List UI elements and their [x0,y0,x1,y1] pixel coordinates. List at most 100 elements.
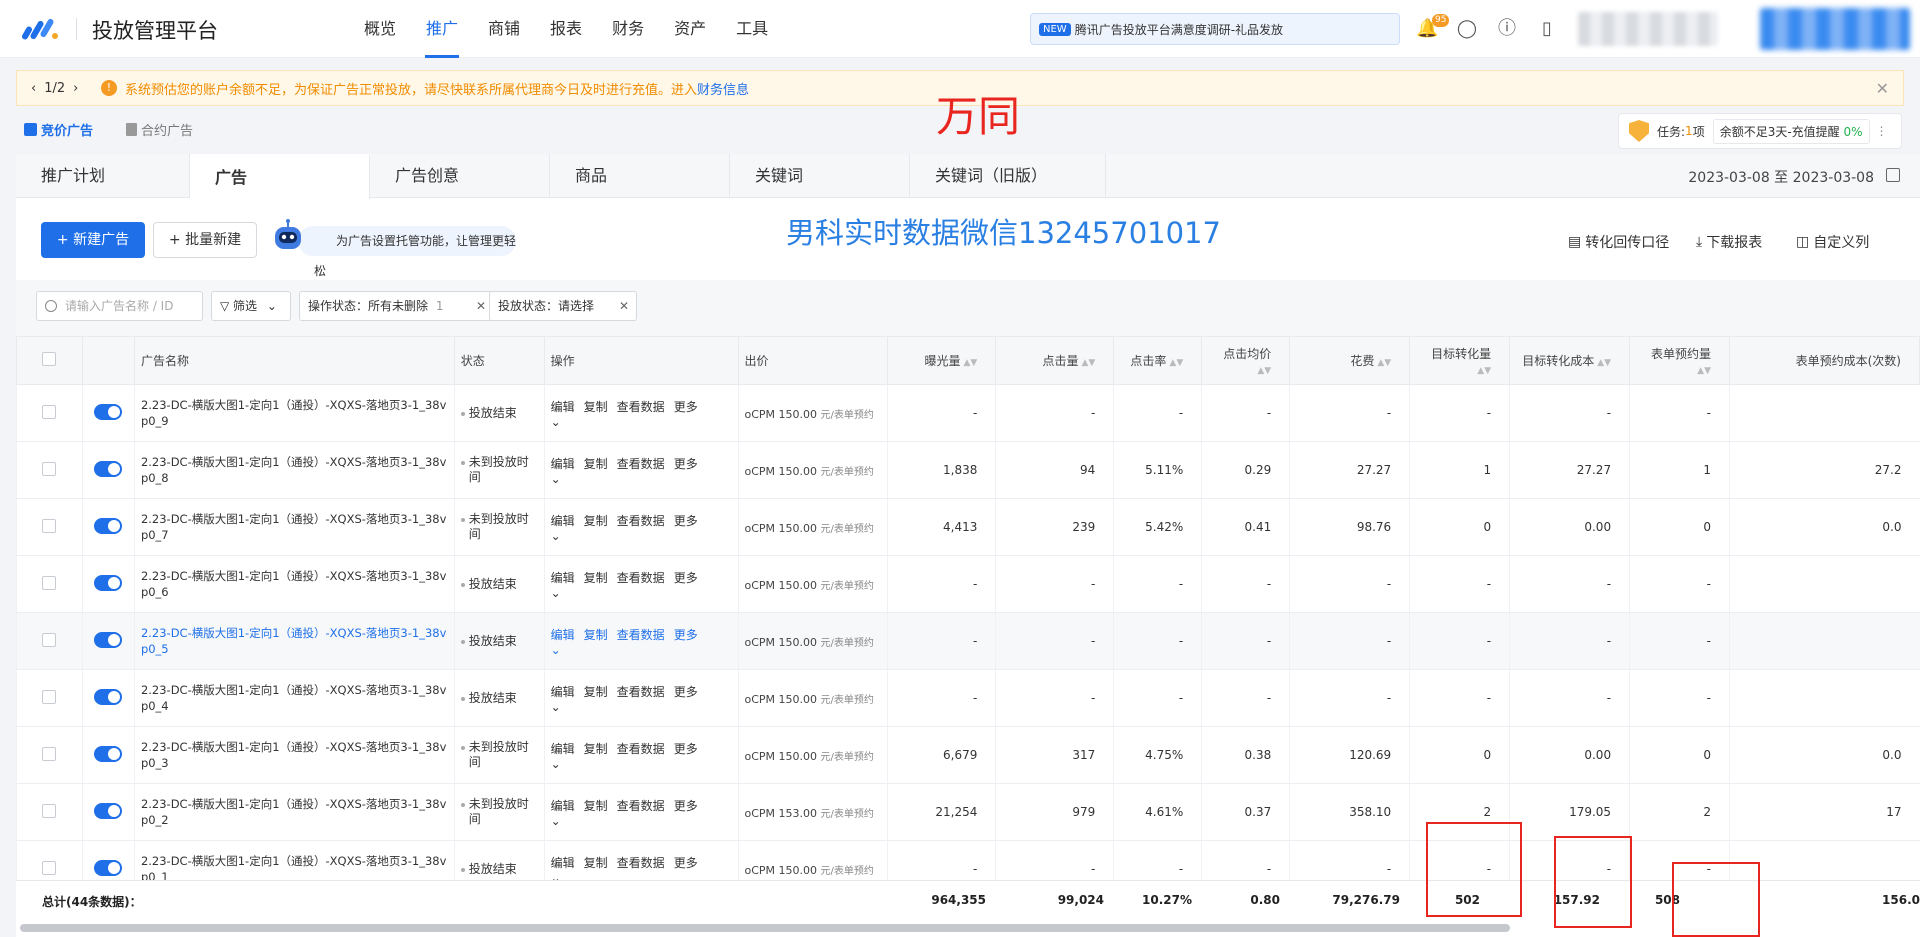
edit-link[interactable]: 编辑 [551,742,575,756]
ad-name-cell[interactable]: 2.23-DC-横版大图1-定向1（通投）-XQXS-落地页3-1_38v p0_… [133,384,455,442]
bid-cell[interactable]: oCPM 153.00 元/表单预约 [737,783,888,841]
robot-tip[interactable]: 为广告设置托管功能，让管理更轻松 [298,226,516,278]
edit-link[interactable]: 编辑 [551,571,575,585]
nav-assets[interactable]: 资产 [659,0,721,58]
mobile-icon[interactable]: ▯ [1536,18,1558,40]
ad-name-cell[interactable]: 2.23-DC-横版大图1-定向1（通投）-XQXS-落地页3-1_38v p0_… [133,783,455,841]
view-data-link[interactable]: 查看数据 [617,514,665,528]
view-data-link[interactable]: 查看数据 [617,400,665,414]
col-conversions[interactable]: 目标转化量 ▲▼ [1409,336,1511,385]
nav-shop[interactable]: 商铺 [473,0,535,58]
col-cost[interactable]: 花费 ▲▼ [1289,336,1411,385]
survey-notice[interactable]: NEW 腾讯广告投放平台满意度调研-礼品发放 [1030,13,1400,45]
help-icon[interactable]: ⓘ [1496,18,1518,40]
edit-link[interactable]: 编辑 [551,799,575,813]
nav-promotion[interactable]: 推广 [411,0,473,58]
ad-name-cell[interactable]: 2.23-DC-横版大图1-定向1（通投）-XQXS-落地页3-1_38v p0_… [133,612,455,670]
row-toggle-switch[interactable] [81,555,135,613]
edit-link[interactable]: 编辑 [551,856,575,870]
col-impressions[interactable]: 曝光量 ▲▼ [887,336,997,385]
col-clicks[interactable]: 点击量 ▲▼ [995,336,1115,385]
chevron-left-icon[interactable]: ‹ [31,81,36,96]
col-cpa[interactable]: 目标转化成本 ▲▼ [1509,336,1631,385]
delivery-status-filter[interactable]: 投放状态：请选择 ✕ [489,291,637,321]
search-input[interactable]: 请输入广告名称 / ID [36,291,203,321]
bid-cell[interactable]: oCPM 150.00 元/表单预约 [737,441,888,499]
tab-keywords-legacy[interactable]: 关键词（旧版） [910,154,1106,198]
coin-icon[interactable]: ◯ [1456,18,1478,40]
nav-finance[interactable]: 财务 [597,0,659,58]
tab-creative[interactable]: 广告创意 [370,154,550,198]
edit-link[interactable]: 编辑 [551,514,575,528]
account-info-blurred[interactable] [1578,12,1718,46]
view-data-link[interactable]: 查看数据 [617,685,665,699]
col-ad-name[interactable]: 广告名称 [133,336,455,385]
horizontal-scrollbar[interactable] [20,924,1510,932]
ad-name-cell[interactable]: 2.23-DC-横版大图1-定向1（通投）-XQXS-落地页3-1_38v p0_… [133,669,455,727]
clear-icon[interactable]: ✕ [619,292,629,320]
tab-bidding-ads[interactable]: 竞价广告 [24,120,93,139]
tab-campaign[interactable]: 推广计划 [16,154,190,198]
custom-columns-button[interactable]: ◫ 自定义列 [1796,232,1869,252]
row-toggle-switch[interactable] [81,441,135,499]
bid-cell[interactable]: oCPM 150.00 元/表单预约 [737,669,888,727]
bid-cell[interactable]: oCPM 150.00 元/表单预约 [737,726,888,784]
col-cpc[interactable]: 点击均价 ▲▼ [1201,336,1291,385]
more-vertical-icon[interactable]: ⋮ [1876,124,1888,138]
tab-keywords[interactable]: 关键词 [730,154,910,198]
row-checkbox[interactable] [16,669,83,727]
row-checkbox[interactable] [16,498,83,556]
row-toggle-switch[interactable] [81,726,135,784]
chevron-right-icon[interactable]: › [73,81,78,96]
edit-link[interactable]: 编辑 [551,628,575,642]
view-data-link[interactable]: 查看数据 [617,742,665,756]
new-ad-button[interactable]: + 新建广告 [41,222,145,258]
date-range[interactable]: 2023-03-08 至 2023-03-08 [1688,167,1874,187]
view-data-link[interactable]: 查看数据 [617,799,665,813]
row-checkbox[interactable] [16,726,83,784]
op-status-filter[interactable]: 操作状态：所有未删除 1 ✕ [299,291,494,321]
conversion-path-button[interactable]: ▤ 转化回传口径 [1568,232,1669,252]
row-toggle-switch[interactable] [81,783,135,841]
row-checkbox[interactable] [16,612,83,670]
view-data-link[interactable]: 查看数据 [617,457,665,471]
copy-link[interactable]: 复制 [584,400,608,414]
row-checkbox[interactable] [16,441,83,499]
tab-ads[interactable]: 广告 [190,154,370,199]
row-toggle-switch[interactable] [81,384,135,442]
view-data-link[interactable]: 查看数据 [617,628,665,642]
clear-icon[interactable]: ✕ [476,292,486,320]
edit-link[interactable]: 编辑 [551,685,575,699]
nav-reports[interactable]: 报表 [535,0,597,58]
bid-cell[interactable]: oCPM 150.00 元/表单预约 [737,555,888,613]
ad-name-cell[interactable]: 2.23-DC-横版大图1-定向1（通投）-XQXS-落地页3-1_38v p0_… [133,498,455,556]
logo-icon[interactable] [22,16,60,42]
close-icon[interactable]: ✕ [1876,79,1889,98]
view-data-link[interactable]: 查看数据 [617,856,665,870]
copy-link[interactable]: 复制 [584,799,608,813]
bid-cell[interactable]: oCPM 150.00 元/表单预约 [737,612,888,670]
col-ctr[interactable]: 点击率 ▲▼ [1113,336,1203,385]
calendar-icon[interactable] [1886,168,1900,182]
ad-name-cell[interactable]: 2.23-DC-横版大图1-定向1（通投）-XQXS-落地页3-1_38v p0_… [133,555,455,613]
ad-name-cell[interactable]: 2.23-DC-横版大图1-定向1（通投）-XQXS-落地页3-1_38v p0_… [133,441,455,499]
edit-link[interactable]: 编辑 [551,457,575,471]
copy-link[interactable]: 复制 [584,628,608,642]
nav-tools[interactable]: 工具 [721,0,783,58]
copy-link[interactable]: 复制 [584,457,608,471]
copy-link[interactable]: 复制 [584,856,608,870]
row-checkbox[interactable] [16,783,83,841]
filter-button[interactable]: ▽ 筛选 ⌄ [211,291,291,321]
select-all-checkbox[interactable] [16,336,83,385]
col-form-count[interactable]: 表单预约量 ▲▼ [1629,336,1731,385]
finance-info-link[interactable]: 财务信息 [697,79,749,98]
ad-name-cell[interactable]: 2.23-DC-横版大图1-定向1（通投）-XQXS-落地页3-1_38v p0_… [133,726,455,784]
row-toggle-switch[interactable] [81,612,135,670]
row-checkbox[interactable] [16,384,83,442]
tab-products[interactable]: 商品 [550,154,730,198]
bid-cell[interactable]: oCPM 150.00 元/表单预约 [737,498,888,556]
nav-overview[interactable]: 概览 [349,0,411,58]
view-data-link[interactable]: 查看数据 [617,571,665,585]
recharge-reminder-button[interactable]: 余额不足3天-充值提醒 0% [1712,118,1870,144]
row-checkbox[interactable] [16,555,83,613]
